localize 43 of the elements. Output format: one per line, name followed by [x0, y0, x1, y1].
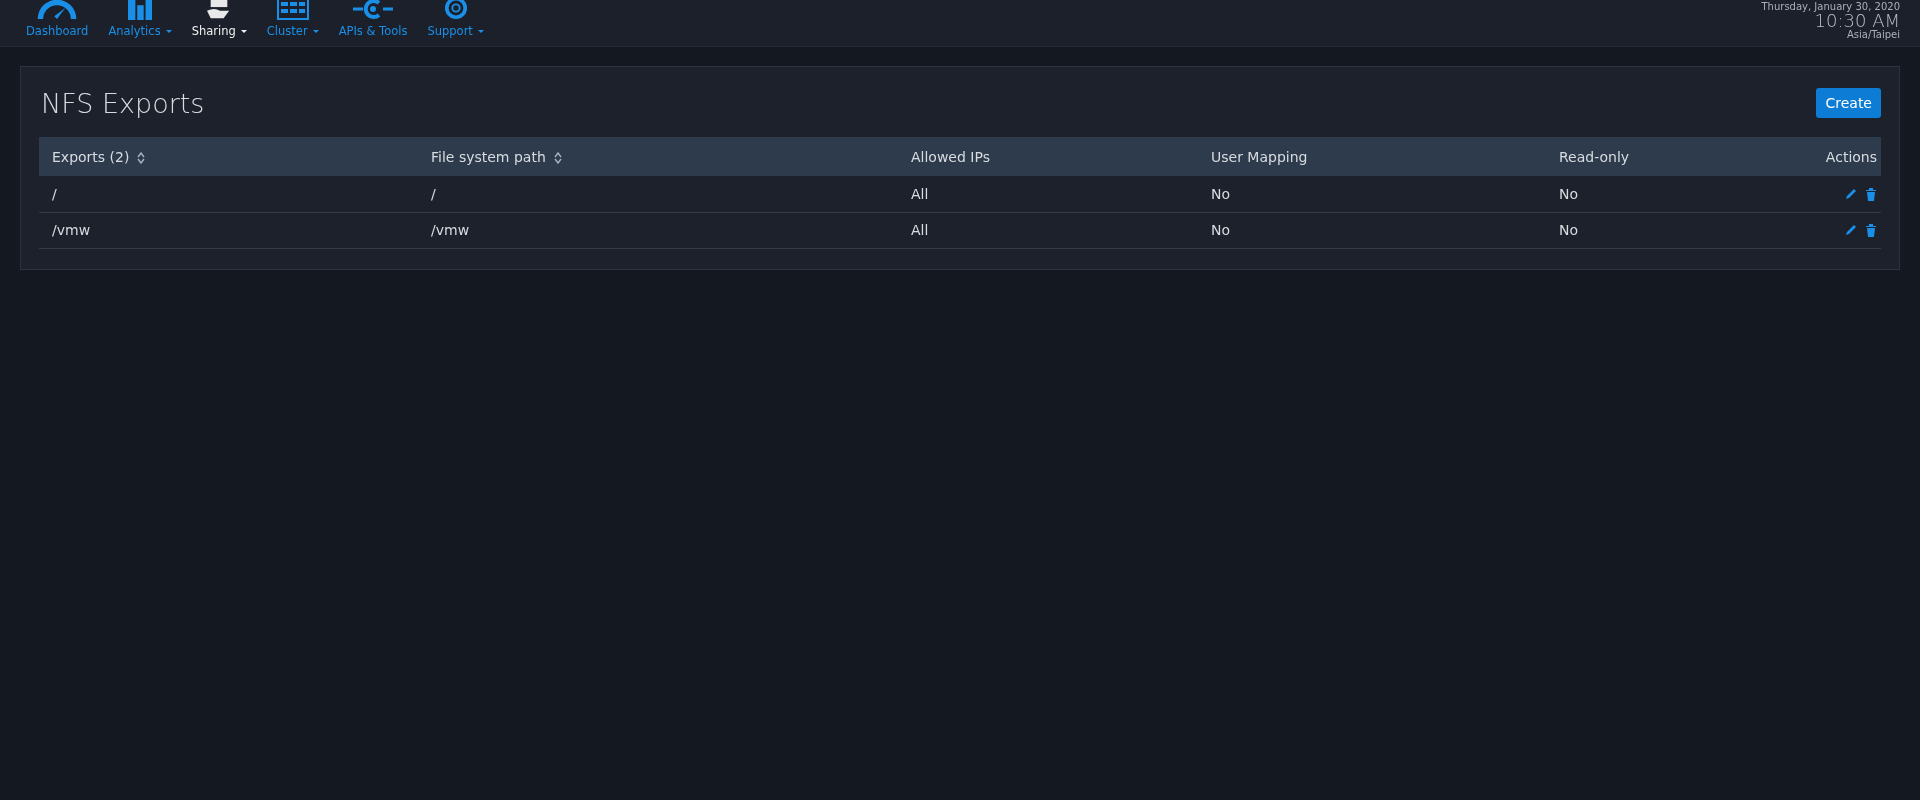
clock-time: 10:30 AM [1814, 12, 1900, 30]
column-header: Read-only [1559, 148, 1630, 165]
plug-icon [353, 0, 393, 20]
lifebuoy-icon [443, 0, 468, 20]
nav-item[interactable]: Sharing [191, 0, 247, 38]
edit-icon[interactable] [1845, 224, 1857, 236]
nav-item[interactable]: Analytics [108, 0, 172, 38]
nav-item[interactable]: APIs & Tools [338, 0, 408, 38]
table-cell: All [911, 222, 929, 238]
grid-icon [276, 0, 309, 20]
clock-timezone: Asia/Taipei [1847, 30, 1900, 42]
column-header[interactable]: File system path [431, 148, 546, 165]
nav-label: Dashboard [26, 24, 89, 38]
nav-label: Sharing [191, 24, 236, 38]
column-header: Actions [1825, 148, 1877, 165]
table-cell: /vmw [52, 222, 91, 238]
clock-date: Thursday, January 30, 2020 [1761, 2, 1900, 12]
trash-icon[interactable] [1865, 186, 1877, 201]
trash-icon[interactable] [1865, 223, 1877, 237]
sort-icon[interactable] [553, 151, 562, 164]
nav-item[interactable]: Cluster [266, 0, 319, 38]
create-button[interactable]: Create [1816, 88, 1881, 118]
nav-item[interactable]: Support [427, 0, 484, 38]
table-cell: No [1559, 185, 1579, 202]
edit-icon[interactable] [1845, 187, 1857, 200]
nav-label: Support [427, 24, 473, 38]
table-cell: All [911, 185, 929, 202]
table-cell: /vmw [431, 222, 470, 238]
column-header: Allowed IPs [911, 148, 990, 165]
nav-item[interactable]: Dashboard [26, 0, 89, 38]
nav-label: APIs & Tools [338, 24, 408, 38]
table-cell: No [1211, 185, 1231, 202]
table-cell: No [1559, 222, 1579, 238]
table-cell: / [52, 185, 57, 202]
sort-icon[interactable] [137, 151, 146, 164]
nav-label: Cluster [266, 24, 308, 38]
table-cell: No [1211, 222, 1231, 238]
nav-label: Analytics [108, 24, 161, 38]
table-cell: / [431, 185, 436, 202]
column-header[interactable]: Exports (2) [52, 148, 130, 165]
page-title: NFS Exports [41, 87, 205, 119]
bar-chart-icon [125, 0, 155, 20]
column-header: User Mapping [1211, 148, 1308, 165]
